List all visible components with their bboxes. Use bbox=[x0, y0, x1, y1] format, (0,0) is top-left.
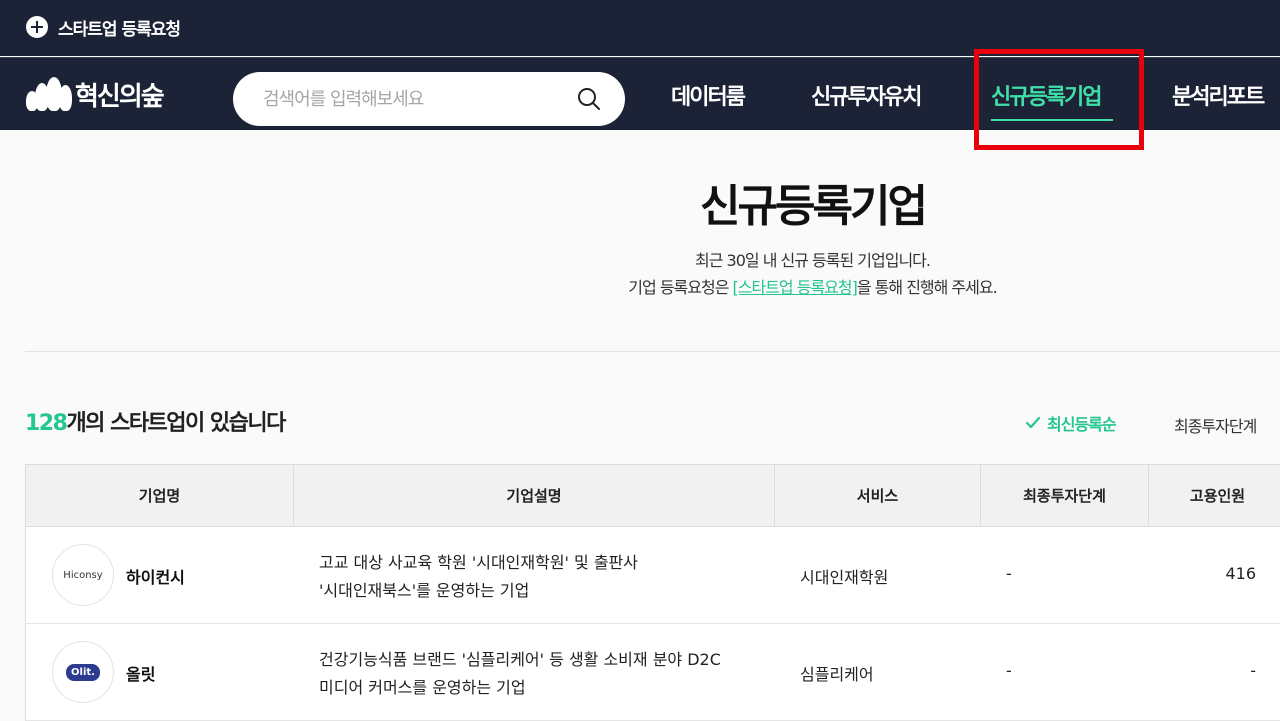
column-header-description: 기업설명 bbox=[294, 465, 775, 527]
company-description-line: 건강기능식품 브랜드 '심플리케어' 등 생활 소비재 분야 D2C bbox=[319, 650, 721, 669]
desc-prefix: 기업 등록요청은 bbox=[628, 278, 733, 297]
company-service: 시대인재학원 bbox=[800, 568, 889, 587]
plus-circle-icon bbox=[26, 16, 48, 38]
column-header-service: 서비스 bbox=[775, 465, 981, 527]
startup-request-link[interactable]: [스타트업 등록요청] bbox=[733, 278, 858, 297]
table-row[interactable]: Olit. 올릿 건강기능식품 브랜드 '심플리케어' 등 생활 소비재 분야 … bbox=[26, 624, 1280, 721]
company-logo-text: Hiconsy bbox=[63, 569, 103, 581]
nav-item-reports[interactable]: 분석리포트 bbox=[1172, 82, 1265, 114]
page-description: 최근 30일 내 신규 등록된 기업입니다. bbox=[695, 251, 931, 270]
check-icon bbox=[1025, 416, 1041, 429]
sort-investment-stage-button[interactable]: 최종투자단계 bbox=[1174, 413, 1257, 437]
company-table: 기업명 기업설명 서비스 최종투자단계 고용인원 Hiconsy 하이컨시 고교… bbox=[25, 464, 1280, 721]
startup-request-button[interactable]: 스타트업 등록요청 bbox=[26, 14, 181, 40]
company-description: 건강기능식품 브랜드 '심플리케어' 등 생활 소비재 분야 D2C 미디어 커… bbox=[319, 646, 759, 702]
search-icon[interactable] bbox=[577, 87, 601, 111]
table-header: 기업명 기업설명 서비스 최종투자단계 고용인원 bbox=[26, 465, 1280, 527]
company-description-line: '시대인재북스'를 운영하는 기업 bbox=[319, 581, 530, 600]
company-name[interactable]: 올릿 bbox=[126, 661, 155, 685]
site-logo[interactable]: 혁신의숲 bbox=[26, 76, 165, 112]
startup-request-label: 스타트업 등록요청 bbox=[58, 19, 181, 40]
company-stage: - bbox=[1006, 564, 1012, 583]
company-logo: Hiconsy bbox=[52, 544, 114, 606]
company-description-line: 고교 대상 사교육 학원 '시대인재학원' 및 출판사 bbox=[319, 553, 638, 572]
nav-item-dataroom[interactable]: 데이터룸 bbox=[671, 82, 746, 114]
company-service: 심플리케어 bbox=[800, 665, 874, 684]
forest-logo-icon bbox=[26, 77, 72, 111]
top-bar: 스타트업 등록요청 bbox=[0, 0, 1280, 56]
search-box bbox=[233, 72, 625, 126]
page-title: 신규등록기업 bbox=[700, 181, 928, 232]
sort-latest-label: 최신등록순 bbox=[1047, 415, 1117, 434]
section-divider bbox=[25, 351, 1280, 352]
startup-count-suffix: 개의 스타트업이 있습니다 bbox=[66, 411, 286, 436]
logo-text: 혁신의숲 bbox=[75, 81, 165, 112]
company-logo-text: Olit. bbox=[66, 663, 100, 681]
column-header-employees: 고용인원 bbox=[1189, 487, 1246, 505]
startup-count: 128개의 스타트업이 있습니다 bbox=[25, 405, 286, 437]
company-name[interactable]: 하이컨시 bbox=[126, 564, 185, 588]
desc-suffix: 을 통해 진행해 주세요. bbox=[856, 278, 998, 297]
column-header-stage: 최종투자단계 bbox=[981, 465, 1149, 527]
company-stage: - bbox=[1006, 661, 1012, 680]
company-description: 고교 대상 사교육 학원 '시대인재학원' 및 출판사 '시대인재북스'를 운영… bbox=[319, 549, 759, 605]
company-employees: 416 bbox=[1225, 564, 1256, 583]
company-employees: - bbox=[1250, 661, 1256, 680]
table-row[interactable]: Hiconsy 하이컨시 고교 대상 사교육 학원 '시대인재학원' 및 출판사… bbox=[26, 527, 1280, 624]
sort-latest-button[interactable]: 최신등록순 bbox=[1025, 411, 1117, 435]
page-description-request: 기업 등록요청은 [스타트업 등록요청]을 통해 진행해 주세요. bbox=[0, 274, 1280, 298]
column-header-company: 기업명 bbox=[26, 465, 294, 527]
nav-item-new-investment[interactable]: 신규투자유치 bbox=[811, 82, 922, 114]
highlight-annotation-box bbox=[974, 49, 1144, 150]
company-description-line: 미디어 커머스를 운영하는 기업 bbox=[319, 678, 526, 697]
startup-count-number: 128 bbox=[25, 411, 68, 436]
search-input[interactable] bbox=[263, 72, 583, 126]
company-logo: Olit. bbox=[52, 641, 114, 703]
